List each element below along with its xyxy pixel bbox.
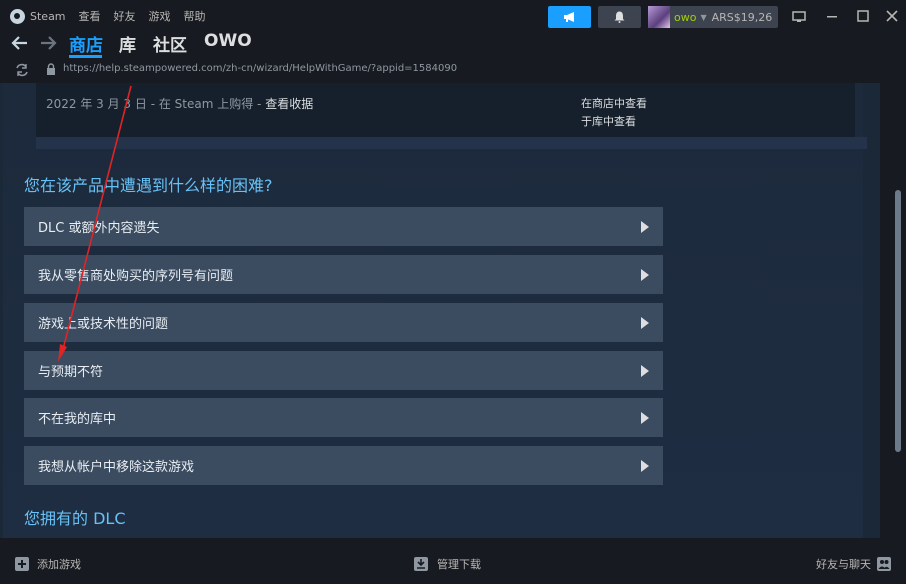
menu-friends[interactable]: 好友 (114, 8, 136, 24)
tab-community[interactable]: 社区 (153, 31, 187, 56)
menu-help[interactable]: 帮助 (184, 8, 206, 24)
tab-store[interactable]: 商店 (69, 31, 103, 56)
manage-downloads-button[interactable]: 管理下载 (414, 556, 481, 572)
option-not-as-expected[interactable]: 与预期不符 (24, 351, 663, 390)
option-label: 与预期不符 (38, 365, 104, 380)
maximize-icon[interactable] (855, 8, 871, 24)
forward-arrow-icon[interactable] (39, 35, 57, 51)
friends-chat-button[interactable]: 好友与聊天 (816, 556, 891, 572)
bell-icon (614, 11, 625, 23)
friends-chat-label: 好友与聊天 (816, 558, 871, 571)
option-remove-game[interactable]: 我想从帐户中移除这款游戏 (24, 446, 663, 485)
option-technical-issue[interactable]: 游戏上或技术性的问题 (24, 303, 663, 342)
username: owo (674, 10, 697, 24)
tab-library[interactable]: 库 (119, 31, 136, 56)
option-label: DLC 或额外内容遗失 (38, 221, 160, 236)
chevron-right-icon (641, 460, 649, 472)
footer-bar: 添加游戏 管理下载 好友与聊天 (0, 538, 906, 584)
option-label: 我从零售商处购买的序列号有问题 (38, 269, 234, 284)
option-label: 不在我的库中 (38, 412, 117, 427)
purchase-info-box: 2022 年 3 月 3 日 - 在 Steam 上购得 - 查看收据 在商店中… (36, 83, 855, 137)
menu-view[interactable]: 查看 (79, 8, 101, 24)
problem-question-heading: 您在该产品中遭遇到什么样的困难? (24, 176, 273, 195)
manage-downloads-label: 管理下载 (437, 558, 481, 571)
announcements-button[interactable] (548, 6, 591, 28)
menu-steam[interactable]: Steam (30, 10, 66, 23)
chevron-right-icon (641, 269, 649, 281)
option-label: 我想从帐户中移除这款游戏 (38, 460, 195, 475)
purchase-date: 2022 年 3 月 3 日 - 在 Steam 上购得 - (46, 97, 266, 111)
menu-games[interactable]: 游戏 (149, 8, 171, 24)
option-label: 游戏上或技术性的问题 (38, 317, 169, 332)
purchase-date-line: 2022 年 3 月 3 日 - 在 Steam 上购得 - 查看收据 (46, 95, 313, 112)
option-not-in-library[interactable]: 不在我的库中 (24, 398, 663, 437)
view-in-library-link[interactable]: 于库中查看 (581, 113, 636, 129)
url-bar[interactable]: https://help.steampowered.com/zh-cn/wiza… (63, 63, 457, 74)
close-icon[interactable] (884, 8, 900, 24)
user-menu[interactable]: owo ▼ ARS$19,26 (648, 6, 778, 28)
chevron-right-icon (641, 365, 649, 377)
option-retail-key[interactable]: 我从零售商处购买的序列号有问题 (24, 255, 663, 294)
content-area: 2022 年 3 月 3 日 - 在 Steam 上购得 - 查看收据 在商店中… (0, 83, 880, 538)
minimize-icon[interactable] (824, 8, 840, 24)
back-arrow-icon[interactable] (11, 35, 29, 51)
top-menu: Steam 查看 好友 游戏 帮助 (0, 0, 219, 32)
option-dlc-missing[interactable]: DLC 或额外内容遗失 (24, 207, 663, 246)
chevron-down-icon: ▼ (700, 12, 707, 22)
megaphone-icon (563, 12, 574, 22)
chevron-right-icon (641, 412, 649, 424)
view-receipt-link[interactable]: 查看收据 (265, 97, 313, 111)
add-game-button[interactable]: 添加游戏 (15, 556, 81, 572)
lock-icon (47, 63, 55, 75)
big-picture-icon[interactable] (791, 8, 807, 24)
friends-icon (877, 557, 891, 571)
add-game-label: 添加游戏 (37, 558, 81, 571)
steam-logo-icon (10, 8, 25, 24)
notifications-button[interactable] (598, 6, 641, 28)
download-icon (414, 557, 428, 571)
view-in-store-link[interactable]: 在商店中查看 (581, 95, 647, 111)
scrollbar-thumb[interactable] (895, 190, 901, 452)
active-tab-underline (69, 55, 102, 58)
tab-profile[interactable]: OWO (204, 31, 252, 51)
avatar (648, 6, 670, 28)
scrollbar-track[interactable] (880, 83, 906, 538)
chevron-right-icon (641, 317, 649, 329)
wallet-balance: ARS$19,26 (711, 10, 773, 24)
help-page: 2022 年 3 月 3 日 - 在 Steam 上购得 - 查看收据 在商店中… (3, 83, 867, 538)
chevron-right-icon (641, 221, 649, 233)
divider (36, 137, 867, 149)
add-icon (15, 557, 29, 571)
reload-icon[interactable] (14, 63, 30, 77)
owned-dlc-heading: 您拥有的 DLC (24, 509, 126, 528)
